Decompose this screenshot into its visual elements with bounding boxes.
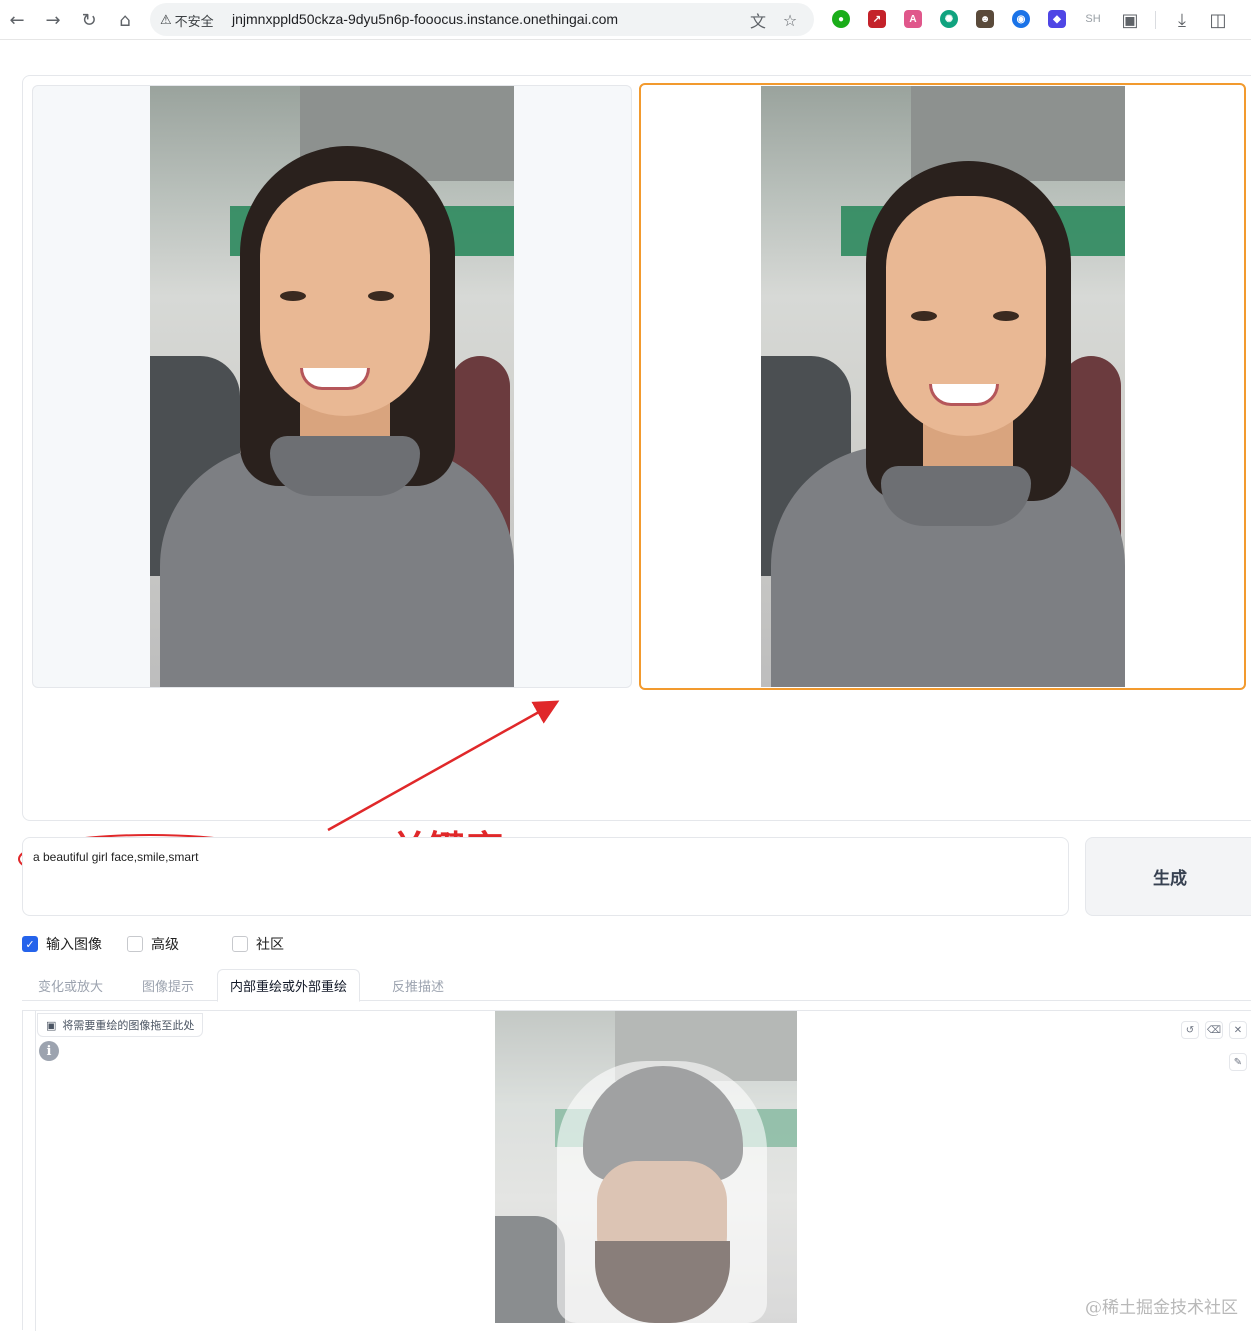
translate-icon[interactable]: 文: [748, 10, 768, 31]
drop-label-text: 将需要重绘的图像拖至此处: [62, 1019, 195, 1032]
toolbar-divider: [1155, 11, 1156, 29]
side-panel-icon[interactable]: ◫: [1206, 8, 1230, 32]
download-icon[interactable]: ⤓: [1170, 8, 1194, 32]
prompt-text: a beautiful girl face,smile,smart: [33, 850, 199, 864]
reload-icon[interactable]: ↻: [77, 8, 101, 32]
security-label: 不安全: [174, 15, 214, 30]
checkbox-label: 高级: [151, 937, 179, 953]
prompt-input[interactable]: a beautiful girl face,smile,smart: [22, 837, 1069, 916]
watermark: @稀土掘金技术社区: [1085, 1298, 1238, 1318]
image-input-tabs: 变化或放大 图像提示 内部重绘或外部重绘 反推描述: [22, 969, 1251, 1002]
tab-image-prompt[interactable]: 图像提示: [130, 969, 206, 1001]
globe-extension-icon[interactable]: ◉: [1012, 10, 1030, 28]
browser-toolbar: ← → ↻ ⌂ ⚠ 不安全 jnjmnxppld50ckza-9dyu5n6p-…: [0, 0, 1251, 40]
tab-vary-upscale[interactable]: 变化或放大: [26, 969, 115, 1001]
gallery-image-2-selected[interactable]: [639, 83, 1246, 690]
undo-icon[interactable]: ↺: [1181, 1021, 1199, 1039]
bookmark-star-icon[interactable]: ☆: [780, 10, 800, 30]
security-indicator[interactable]: ⚠ 不安全: [160, 11, 214, 30]
sh-extension-icon[interactable]: SH: [1084, 10, 1102, 28]
avatar-extension-icon[interactable]: ☻: [976, 10, 994, 28]
inpaint-canvas[interactable]: [495, 1011, 797, 1323]
input-image-checkbox[interactable]: ✓ 输入图像: [22, 934, 102, 954]
checkbox-unchecked-icon: [232, 936, 248, 952]
close-icon[interactable]: ✕: [1229, 1021, 1247, 1039]
eraser-icon[interactable]: ⌫: [1205, 1021, 1223, 1039]
wechat-extension-icon[interactable]: ●: [832, 10, 850, 28]
advanced-checkbox[interactable]: 高级: [127, 934, 179, 954]
image-drop-label: ▣ 将需要重绘的图像拖至此处: [37, 1013, 204, 1037]
checkbox-checked-icon: ✓: [22, 936, 38, 952]
gallery-image-1[interactable]: [32, 85, 632, 688]
pdf-extension-icon[interactable]: ↗: [868, 10, 886, 28]
checkbox-label: 输入图像: [46, 937, 102, 953]
forward-icon[interactable]: →: [41, 8, 65, 32]
info-icon[interactable]: i: [39, 1041, 59, 1061]
portrait-photo: [761, 86, 1125, 687]
back-icon[interactable]: ←: [5, 8, 29, 32]
translate-extension-icon[interactable]: A: [904, 10, 922, 28]
extensions-puzzle-icon[interactable]: ▣: [1118, 8, 1142, 32]
community-checkbox[interactable]: 社区: [232, 934, 284, 954]
generate-button[interactable]: 生成: [1085, 837, 1251, 916]
checkbox-label: 社区: [256, 937, 284, 953]
home-icon[interactable]: ⌂: [113, 8, 137, 32]
checkbox-unchecked-icon: [127, 936, 143, 952]
portrait-photo: [150, 86, 514, 687]
shield-extension-icon[interactable]: ◆: [1048, 10, 1066, 28]
url-text[interactable]: jnjmnxppld50ckza-9dyu5n6p-fooocus.instan…: [232, 11, 618, 27]
tab-describe[interactable]: 反推描述: [380, 969, 456, 1001]
address-bar[interactable]: ⚠ 不安全 jnjmnxppld50ckza-9dyu5n6p-fooocus.…: [150, 3, 814, 36]
tab-inpaint-outpaint[interactable]: 内部重绘或外部重绘: [217, 969, 361, 1002]
chatgpt-extension-icon[interactable]: ✺: [940, 10, 958, 28]
brush-icon[interactable]: ✎: [1229, 1053, 1247, 1071]
image-icon: ▣: [46, 1018, 57, 1032]
inpaint-panel: ▣ 将需要重绘的图像拖至此处 i ↺ ⌫ ✕ ✎: [22, 1010, 1251, 1331]
generate-label: 生成: [1153, 869, 1187, 889]
warning-icon: ⚠: [160, 13, 172, 28]
